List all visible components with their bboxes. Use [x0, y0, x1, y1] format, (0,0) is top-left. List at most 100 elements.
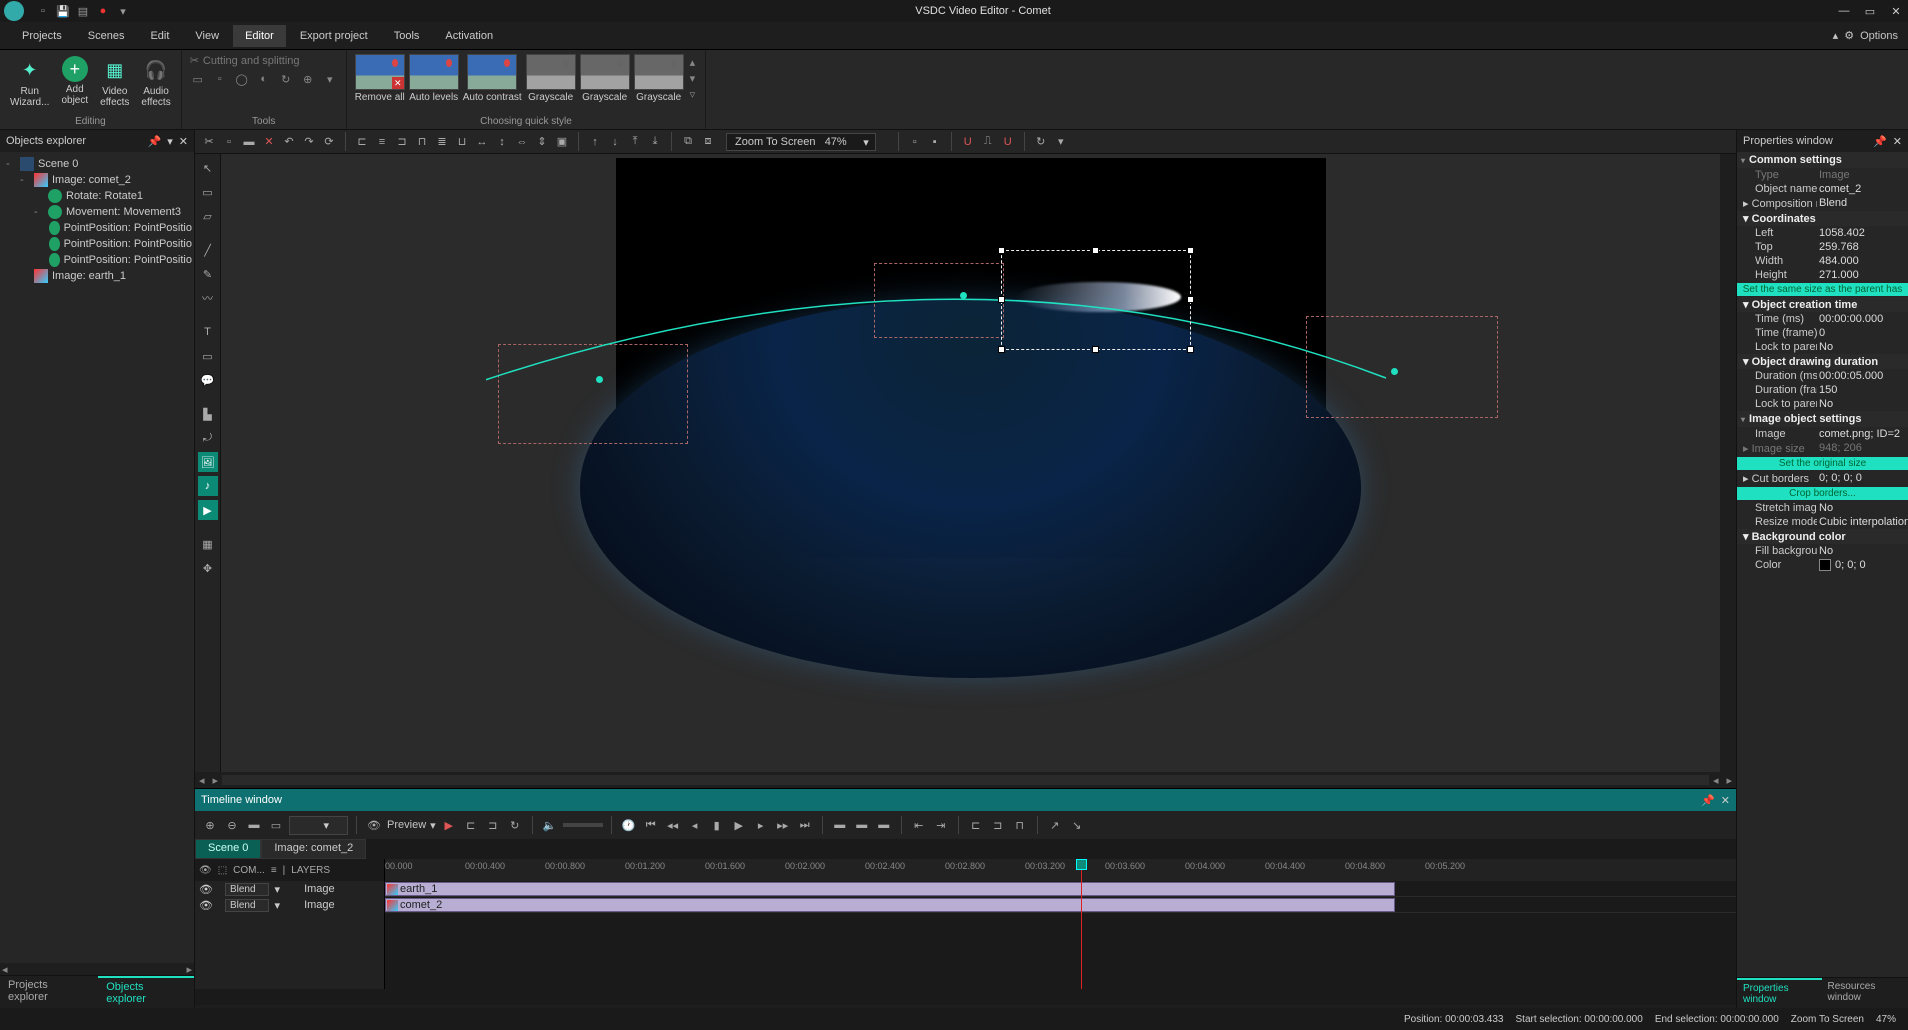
prop-common-hdr[interactable]: Common settings — [1749, 154, 1842, 166]
tree-row[interactable]: -Image: comet_2 — [2, 172, 192, 188]
canvas-scrollbar-v[interactable] — [1720, 154, 1736, 772]
tl-d-icon[interactable]: ⇤ — [910, 816, 928, 834]
align-right-icon[interactable]: ⊐ — [394, 134, 410, 150]
group-icon[interactable]: ⧉ — [680, 134, 696, 150]
loop-icon[interactable]: ↻ — [506, 816, 524, 834]
prop-pin-icon[interactable]: 📌 — [1873, 135, 1887, 148]
handle-bc[interactable] — [1092, 346, 1099, 353]
scroll-left-icon[interactable]: ◂ — [2, 963, 8, 976]
tree-row[interactable]: Rotate: Rotate1 — [2, 188, 192, 204]
up-icon[interactable]: ↑ — [587, 134, 603, 150]
u2-icon[interactable]: ⎍ — [980, 134, 996, 150]
align-bottom-icon[interactable]: ⊔ — [454, 134, 470, 150]
close-button[interactable]: ✕ — [1888, 3, 1904, 19]
volume-slider[interactable] — [563, 823, 603, 827]
tl-del-icon[interactable]: ▬ — [245, 816, 263, 834]
tl-add-icon[interactable]: ⊕ — [201, 816, 219, 834]
prop-crop-button[interactable]: Crop borders... — [1737, 487, 1908, 500]
text-tool-icon[interactable]: T — [198, 322, 218, 342]
handle-ml[interactable] — [998, 296, 1005, 303]
canvas-scrollbar-h[interactable]: ◂▸◂▸ — [195, 772, 1736, 788]
down-icon[interactable]: ↓ — [607, 134, 623, 150]
tool-dropdown-icon[interactable]: ▾ — [322, 71, 338, 87]
quick-style-remove-all[interactable]: ✕Remove all — [355, 54, 405, 103]
tl-h-icon[interactable]: ⊓ — [1011, 816, 1029, 834]
prop-width-value[interactable]: 484.000 — [1817, 255, 1908, 267]
prop-lock2-value[interactable]: No — [1817, 398, 1908, 410]
menu-activation[interactable]: Activation — [433, 25, 505, 47]
audio-tool-icon[interactable]: ♪ — [198, 476, 218, 496]
motion-keyframe-ghost-2[interactable] — [874, 263, 1004, 338]
menu-editor[interactable]: Editor — [233, 25, 286, 47]
cfg-dd-icon[interactable]: ▾ — [1053, 134, 1069, 150]
front-icon[interactable]: ⤒ — [627, 134, 643, 150]
track-header-2[interactable]: 👁Blend▾ Image — [195, 897, 384, 913]
u1-icon[interactable]: U — [960, 134, 976, 150]
quick-style-auto-contrast[interactable]: Auto contrast — [463, 54, 522, 103]
export-icon[interactable]: ▤ — [76, 4, 90, 18]
prev-frame-icon[interactable]: ◂◂ — [664, 816, 682, 834]
dropdown-icon[interactable]: ▾ — [167, 135, 173, 148]
new-icon[interactable]: ▫ — [36, 4, 50, 18]
tl-f-icon[interactable]: ⊏ — [967, 816, 985, 834]
minimize-button[interactable]: — — [1836, 3, 1852, 19]
layers-icon[interactable]: ≡ — [271, 865, 277, 876]
eye-icon[interactable]: 👁 — [365, 816, 383, 834]
motion-keyframe-ghost-1[interactable] — [498, 344, 688, 444]
preview-dd-icon[interactable]: ▾ — [430, 819, 436, 832]
prop-color-value[interactable]: 0; 0; 0 — [1817, 559, 1908, 571]
tl-j-icon[interactable]: ↘ — [1068, 816, 1086, 834]
clock-icon[interactable]: 🕐 — [620, 816, 638, 834]
save-icon[interactable]: 💾 — [56, 4, 70, 18]
refresh-icon[interactable]: ⟳ — [321, 134, 337, 150]
step-back-icon[interactable]: ◂ — [686, 816, 704, 834]
tool-1-icon[interactable]: ▭ — [190, 71, 206, 87]
line-tool-icon[interactable]: ╱ — [198, 240, 218, 260]
prop-composition-value[interactable]: Blend — [1817, 197, 1908, 210]
redo-icon[interactable]: ↷ — [301, 134, 317, 150]
stop-icon[interactable]: ▮ — [708, 816, 726, 834]
menu-projects[interactable]: Projects — [10, 25, 74, 47]
qs-down-icon[interactable]: ▾ — [690, 72, 696, 85]
handle-br[interactable] — [1187, 346, 1194, 353]
objects-tree[interactable]: -Scene 0-Image: comet_2 Rotate: Rotate1-… — [0, 152, 194, 963]
prop-image-value[interactable]: comet.png; ID=2 — [1817, 428, 1908, 440]
scroll-right-icon[interactable]: ▸ — [186, 963, 192, 976]
go-end-icon[interactable]: ⏭ — [796, 816, 814, 834]
counter-tool-icon[interactable]: ▦ — [198, 534, 218, 554]
motion-point-1[interactable] — [596, 376, 603, 383]
tl-c-icon[interactable]: ▬ — [875, 816, 893, 834]
brush-tool-icon[interactable]: 〰 — [198, 288, 218, 308]
align-left-icon[interactable]: ⊏ — [354, 134, 370, 150]
handle-bl[interactable] — [998, 346, 1005, 353]
eye-col-icon[interactable]: 👁 — [199, 865, 212, 876]
sel-b-icon[interactable]: ▪ — [927, 134, 943, 150]
prop-object-name-value[interactable]: comet_2 — [1817, 183, 1908, 195]
prop-lock1-value[interactable]: No — [1817, 341, 1908, 353]
tl-zoom-combo[interactable]: ▾ — [289, 816, 348, 835]
qs-more-icon[interactable]: ▿ — [690, 88, 696, 101]
track-header-1[interactable]: 👁Blend▾ Image — [195, 881, 384, 897]
tree-row[interactable]: PointPosition: PointPositio — [2, 220, 192, 236]
align-top-icon[interactable]: ⊓ — [414, 134, 430, 150]
handle-tr[interactable] — [1187, 247, 1194, 254]
record-icon[interactable]: ● — [96, 4, 110, 18]
run-wizard-button[interactable]: ✦Run Wizard... — [8, 54, 51, 110]
gear-icon[interactable]: ⚙ — [1844, 29, 1854, 42]
quick-style-auto-levels[interactable]: Auto levels — [409, 54, 459, 103]
cfg-icon[interactable]: ↻ — [1033, 134, 1049, 150]
sel-a-icon[interactable]: ▫ — [907, 134, 923, 150]
pen-tool-icon[interactable]: ✎ — [198, 264, 218, 284]
tool-2-icon[interactable]: ▫ — [212, 71, 228, 87]
qs-up-icon[interactable]: ▴ — [690, 56, 696, 69]
u3-icon[interactable]: U — [1000, 134, 1016, 150]
lock-col-icon[interactable]: ⬚ — [218, 865, 227, 876]
selection-box[interactable] — [1001, 250, 1191, 350]
tl-e-icon[interactable]: ⇥ — [932, 816, 950, 834]
chat-tool-icon[interactable]: 💬 — [198, 370, 218, 390]
timeline-pin-icon[interactable]: 📌 — [1701, 794, 1715, 807]
quick-style-grayscale-3[interactable]: Grayscale — [634, 54, 684, 103]
quick-style-grayscale-1[interactable]: Grayscale — [526, 54, 576, 103]
prop-close-icon[interactable]: ✕ — [1893, 135, 1902, 148]
timeline-scrollbar-h[interactable] — [195, 989, 1736, 1005]
